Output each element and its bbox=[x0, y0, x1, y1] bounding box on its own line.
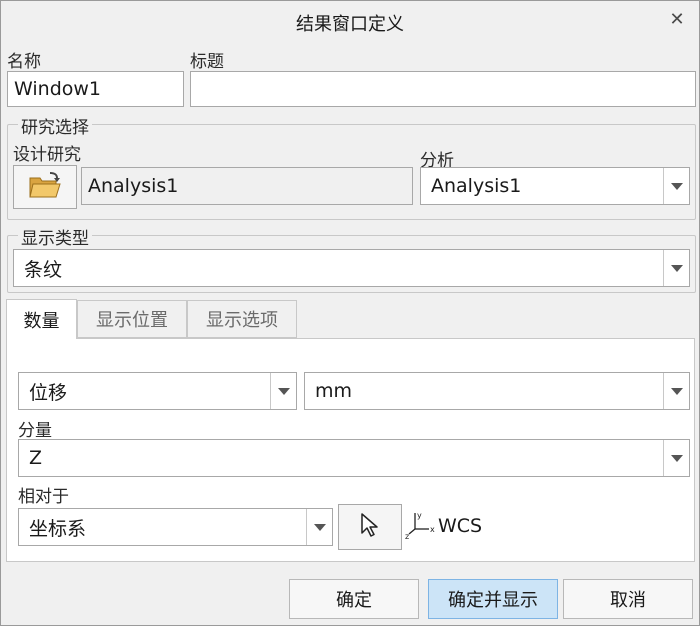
unit-select[interactable]: mm bbox=[304, 372, 690, 410]
tab-quantity[interactable]: 数量 bbox=[6, 299, 77, 339]
open-folder-icon bbox=[28, 170, 62, 204]
close-icon[interactable]: ✕ bbox=[667, 9, 687, 31]
display-type-select[interactable]: 条纹 bbox=[13, 249, 690, 287]
quantity-tab-panel: 位移 mm 分量 Z 相对于 坐标系 y x z bbox=[6, 338, 695, 562]
cancel-button[interactable]: 取消 bbox=[563, 579, 693, 619]
coordinate-system-icon: y x z bbox=[405, 509, 437, 543]
title-input[interactable] bbox=[190, 71, 696, 107]
svg-text:x: x bbox=[430, 525, 435, 534]
quantity-select[interactable]: 位移 bbox=[18, 372, 297, 410]
open-folder-button[interactable] bbox=[13, 165, 77, 209]
tab-display-location[interactable]: 显示位置 bbox=[77, 300, 187, 338]
svg-text:z: z bbox=[405, 532, 409, 539]
chevron-down-icon[interactable] bbox=[663, 168, 689, 204]
display-type-value: 条纹 bbox=[24, 258, 63, 281]
display-type-title: 显示类型 bbox=[18, 224, 92, 249]
select-coord-system-button[interactable] bbox=[338, 504, 402, 550]
cursor-arrow-icon bbox=[359, 512, 381, 542]
chevron-down-icon[interactable] bbox=[270, 373, 296, 409]
name-input[interactable]: Window1 bbox=[7, 71, 184, 107]
chevron-down-icon[interactable] bbox=[663, 250, 689, 286]
analysis-select-value: Analysis1 bbox=[431, 175, 522, 197]
relative-to-value: 坐标系 bbox=[29, 517, 87, 540]
dialog-title: 结果窗口定义 bbox=[296, 14, 404, 35]
unit-value: mm bbox=[315, 380, 353, 402]
name-label: 名称 bbox=[7, 52, 41, 72]
component-select[interactable]: Z bbox=[18, 439, 690, 477]
ok-and-show-button[interactable]: 确定并显示 bbox=[428, 579, 558, 619]
tab-display-options[interactable]: 显示选项 bbox=[187, 300, 297, 338]
component-label: 分量 bbox=[18, 421, 52, 441]
svg-text:y: y bbox=[417, 511, 422, 520]
result-window-dialog: 结果窗口定义 ✕ 名称 Window1 标题 研究选择 设计研究 Analysi… bbox=[0, 0, 700, 626]
analysis-select[interactable]: Analysis1 bbox=[420, 167, 690, 205]
quantity-value: 位移 bbox=[29, 381, 68, 404]
title-bar: 结果窗口定义 ✕ bbox=[1, 1, 699, 41]
study-selection-title: 研究选择 bbox=[18, 113, 92, 138]
chevron-down-icon[interactable] bbox=[663, 373, 689, 409]
relative-to-label: 相对于 bbox=[18, 487, 69, 507]
design-study-field: Analysis1 bbox=[81, 167, 413, 205]
chevron-down-icon[interactable] bbox=[663, 440, 689, 476]
chevron-down-icon[interactable] bbox=[306, 509, 332, 545]
title-label: 标题 bbox=[190, 52, 224, 72]
component-value: Z bbox=[29, 447, 43, 469]
relative-to-select[interactable]: 坐标系 bbox=[18, 508, 333, 546]
coord-system-name: WCS bbox=[438, 515, 483, 537]
design-study-label: 设计研究 bbox=[13, 145, 81, 165]
ok-button[interactable]: 确定 bbox=[289, 579, 419, 619]
